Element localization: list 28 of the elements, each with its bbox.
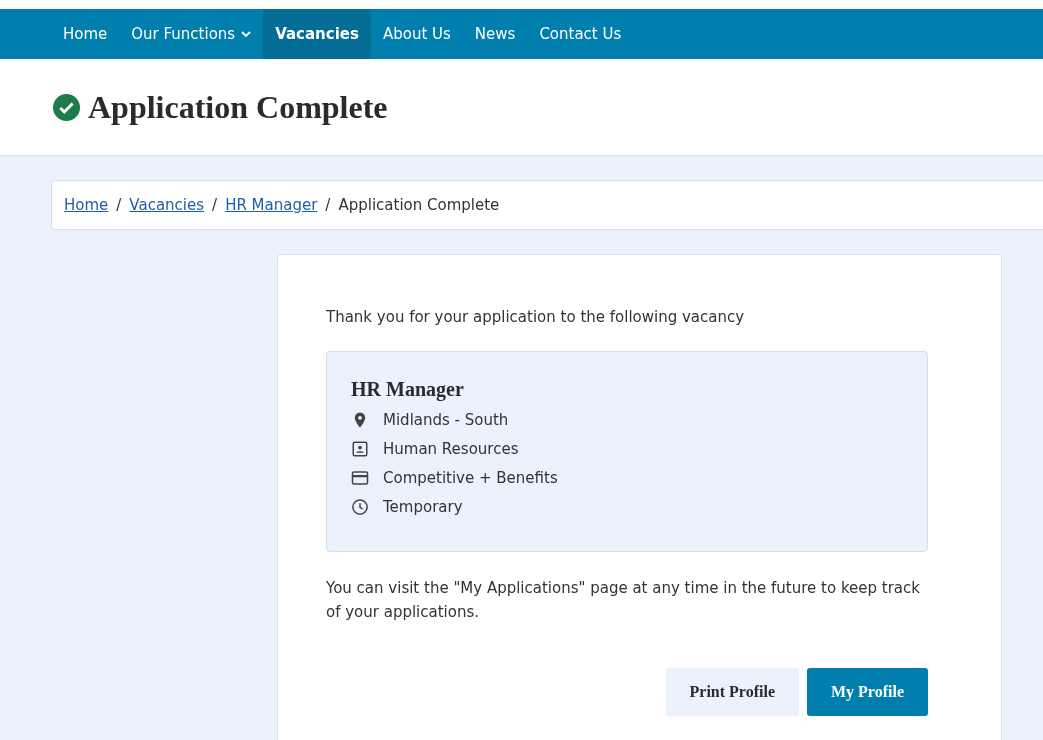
vacancy-title: HR Manager (351, 378, 465, 401)
breadcrumb-separator: / (325, 196, 331, 214)
print-profile-button[interactable]: Print Profile (665, 668, 799, 716)
breadcrumb-link[interactable]: Home (64, 196, 109, 214)
note-text: You can visit the "My Applications" page at any time in the future to keep track of your applications. (326, 578, 921, 623)
vacancy-detail: Competitive + Benefits (383, 468, 558, 487)
nav-link[interactable]: Our Functions (119, 9, 264, 59)
clock-icon (351, 497, 369, 516)
intro-text: Thank you for your application to the following vacancy (326, 307, 746, 328)
chevron-down-icon (241, 30, 252, 38)
nav-link[interactable]: Vacancies (263, 9, 371, 59)
nav-link[interactable]: Home (51, 9, 120, 59)
nav-link[interactable]: News (462, 9, 528, 59)
my-profile-button[interactable]: My Profile (807, 668, 928, 716)
breadcrumb-separator: / (116, 196, 122, 214)
id-card-icon (351, 439, 369, 458)
check-circle-icon (53, 93, 80, 121)
credit-card-icon (351, 468, 369, 487)
vacancy-detail: Midlands - South (383, 410, 509, 429)
nav-link[interactable]: About Us (370, 9, 463, 59)
breadcrumb-current: Application Complete (338, 196, 500, 214)
page-title: Application Complete (88, 88, 388, 126)
vacancy-detail: Temporary (383, 497, 463, 516)
breadcrumb-link[interactable]: HR Manager (225, 196, 318, 214)
vacancy-detail: Human Resources (383, 439, 519, 458)
breadcrumb-link[interactable]: Vacancies (129, 196, 205, 214)
breadcrumb-separator: / (212, 196, 218, 214)
nav-link[interactable]: Contact Us (527, 9, 634, 59)
